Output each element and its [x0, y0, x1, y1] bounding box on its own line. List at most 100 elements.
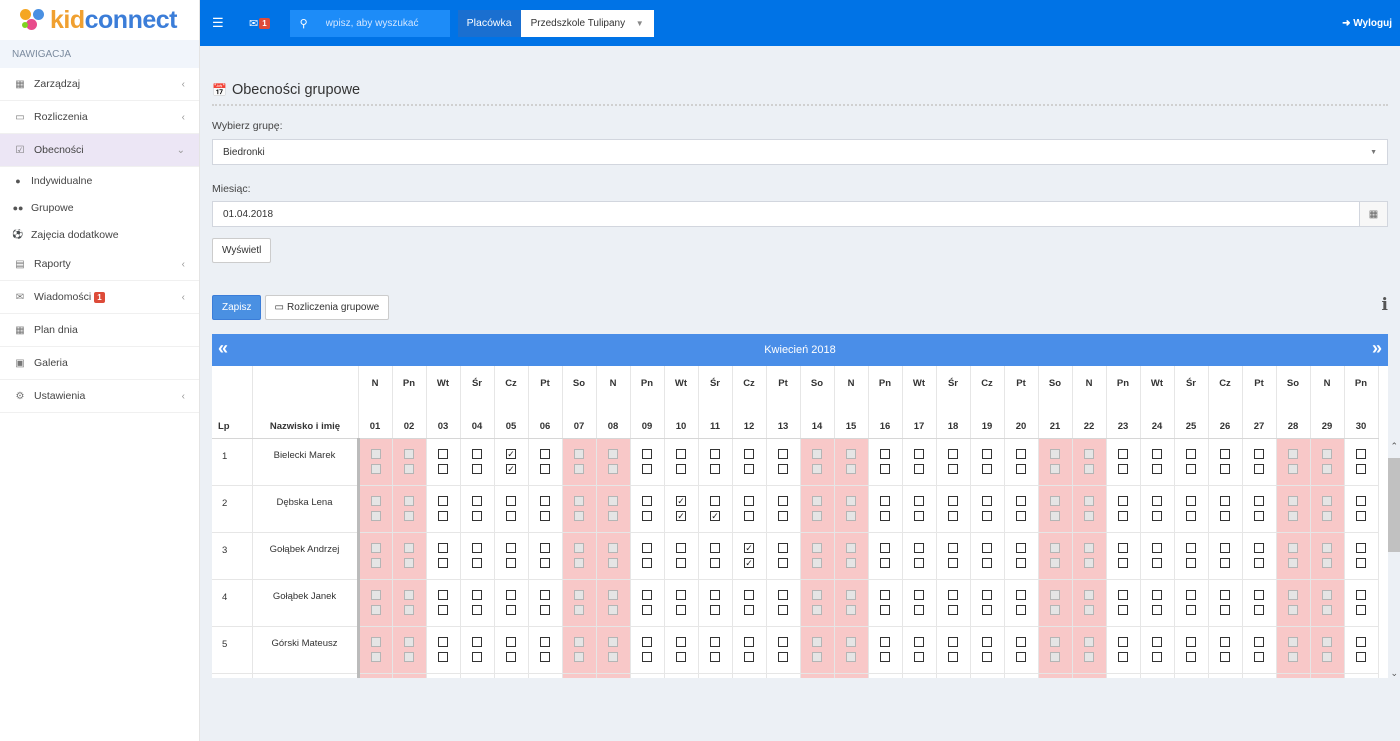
attendance-checkbox-out[interactable]: [676, 604, 686, 615]
attendance-checkbox-in[interactable]: [948, 448, 958, 459]
attendance-checkbox-in[interactable]: [914, 495, 924, 506]
attendance-checkbox-out[interactable]: [642, 510, 652, 521]
attendance-checkbox-out[interactable]: [880, 557, 890, 568]
search-icon[interactable]: ⚲: [289, 9, 318, 37]
attendance-checkbox-out[interactable]: [540, 651, 550, 662]
attendance-checkbox-in[interactable]: [676, 589, 686, 600]
attendance-checkbox-in[interactable]: ✓: [506, 448, 516, 459]
attendance-checkbox-in[interactable]: [506, 495, 516, 506]
attendance-checkbox-out[interactable]: ✓: [676, 510, 686, 521]
attendance-checkbox-in[interactable]: [1152, 542, 1162, 553]
attendance-checkbox-out[interactable]: [982, 604, 992, 615]
attendance-checkbox-out[interactable]: [1118, 463, 1128, 474]
attendance-checkbox-out[interactable]: [1186, 463, 1196, 474]
show-button[interactable]: Wyświetl: [212, 238, 272, 263]
save-button[interactable]: Zapisz: [212, 295, 262, 320]
attendance-checkbox-out[interactable]: [914, 463, 924, 474]
sidebar-subitem-grupowe[interactable]: ●● Grupowe: [0, 194, 199, 221]
attendance-checkbox-out[interactable]: [880, 510, 890, 521]
attendance-checkbox-in[interactable]: [1152, 448, 1162, 459]
attendance-checkbox-in[interactable]: [880, 495, 890, 506]
attendance-checkbox-in[interactable]: [506, 636, 516, 647]
attendance-checkbox-in[interactable]: [1118, 589, 1128, 600]
attendance-checkbox-out[interactable]: [540, 510, 550, 521]
month-input[interactable]: 01.04.2018 ▦: [212, 201, 1388, 227]
attendance-checkbox-in[interactable]: [744, 448, 754, 459]
attendance-checkbox-in[interactable]: [1356, 448, 1366, 459]
attendance-checkbox-out[interactable]: [1220, 557, 1230, 568]
attendance-checkbox-out[interactable]: [472, 651, 482, 662]
attendance-checkbox-out[interactable]: [540, 557, 550, 568]
attendance-checkbox-in[interactable]: [676, 636, 686, 647]
attendance-checkbox-out[interactable]: [914, 604, 924, 615]
sidebar-item-rozliczenia[interactable]: ▭ Rozliczenia ‹: [0, 101, 199, 134]
attendance-checkbox-out[interactable]: ✓: [744, 557, 754, 568]
attendance-checkbox-in[interactable]: [1220, 589, 1230, 600]
attendance-checkbox-out[interactable]: [880, 604, 890, 615]
attendance-checkbox-out[interactable]: [1016, 651, 1026, 662]
attendance-checkbox-out[interactable]: [982, 463, 992, 474]
attendance-checkbox-in[interactable]: [778, 542, 788, 553]
attendance-checkbox-in[interactable]: [1186, 589, 1196, 600]
attendance-checkbox-out[interactable]: [1220, 463, 1230, 474]
attendance-checkbox-out[interactable]: [642, 463, 652, 474]
attendance-checkbox-out[interactable]: [710, 651, 720, 662]
attendance-checkbox-in[interactable]: [438, 542, 448, 553]
attendance-checkbox-out[interactable]: [642, 651, 652, 662]
attendance-checkbox-out[interactable]: [1186, 557, 1196, 568]
prev-month-icon[interactable]: «: [218, 338, 228, 359]
sidebar-item-galeria[interactable]: ▣ Galeria: [0, 347, 199, 380]
attendance-checkbox-in[interactable]: [438, 636, 448, 647]
attendance-checkbox-out[interactable]: [1186, 604, 1196, 615]
attendance-checkbox-out[interactable]: [1016, 557, 1026, 568]
attendance-checkbox-in[interactable]: [1220, 495, 1230, 506]
attendance-checkbox-in[interactable]: [540, 495, 550, 506]
attendance-checkbox-out[interactable]: [1016, 463, 1026, 474]
attendance-checkbox-in[interactable]: [1186, 542, 1196, 553]
attendance-checkbox-in[interactable]: [1118, 448, 1128, 459]
attendance-checkbox-in[interactable]: [948, 589, 958, 600]
attendance-checkbox-in[interactable]: [1220, 448, 1230, 459]
attendance-checkbox-out[interactable]: [914, 557, 924, 568]
attendance-checkbox-out[interactable]: [982, 557, 992, 568]
attendance-checkbox-in[interactable]: [1186, 636, 1196, 647]
attendance-checkbox-out[interactable]: [948, 604, 958, 615]
attendance-checkbox-in[interactable]: [778, 636, 788, 647]
attendance-checkbox-in[interactable]: [778, 589, 788, 600]
attendance-checkbox-in[interactable]: [778, 448, 788, 459]
group-select[interactable]: Biedronki ▼: [212, 139, 1388, 165]
attendance-checkbox-out[interactable]: [914, 651, 924, 662]
attendance-checkbox-in[interactable]: [1254, 636, 1264, 647]
attendance-checkbox-out[interactable]: [1152, 510, 1162, 521]
attendance-checkbox-out[interactable]: [506, 651, 516, 662]
attendance-checkbox-out[interactable]: [744, 604, 754, 615]
attendance-checkbox-out[interactable]: [1118, 651, 1128, 662]
attendance-checkbox-in[interactable]: [438, 589, 448, 600]
attendance-checkbox-in[interactable]: [1118, 495, 1128, 506]
attendance-checkbox-in[interactable]: [880, 589, 890, 600]
attendance-checkbox-out[interactable]: [880, 651, 890, 662]
attendance-checkbox-out[interactable]: [676, 651, 686, 662]
attendance-checkbox-in[interactable]: [506, 542, 516, 553]
attendance-checkbox-in[interactable]: [472, 636, 482, 647]
attendance-checkbox-in[interactable]: [914, 542, 924, 553]
attendance-checkbox-in[interactable]: [914, 636, 924, 647]
attendance-checkbox-in[interactable]: [642, 542, 652, 553]
attendance-checkbox-out[interactable]: [1220, 510, 1230, 521]
attendance-checkbox-in[interactable]: [982, 542, 992, 553]
attendance-checkbox-out[interactable]: [540, 604, 550, 615]
attendance-checkbox-in[interactable]: [1152, 589, 1162, 600]
attendance-checkbox-out[interactable]: [778, 557, 788, 568]
attendance-checkbox-out[interactable]: [710, 604, 720, 615]
attendance-checkbox-out[interactable]: [642, 604, 652, 615]
scroll-up-icon[interactable]: ⌃: [1390, 441, 1398, 452]
attendance-checkbox-out[interactable]: [438, 604, 448, 615]
attendance-checkbox-out[interactable]: [1152, 651, 1162, 662]
attendance-checkbox-in[interactable]: [744, 636, 754, 647]
attendance-checkbox-out[interactable]: [540, 463, 550, 474]
attendance-checkbox-out[interactable]: [1254, 604, 1264, 615]
attendance-checkbox-out[interactable]: [438, 463, 448, 474]
attendance-checkbox-in[interactable]: [1016, 589, 1026, 600]
attendance-checkbox-out[interactable]: [982, 510, 992, 521]
attendance-checkbox-in[interactable]: [1220, 636, 1230, 647]
